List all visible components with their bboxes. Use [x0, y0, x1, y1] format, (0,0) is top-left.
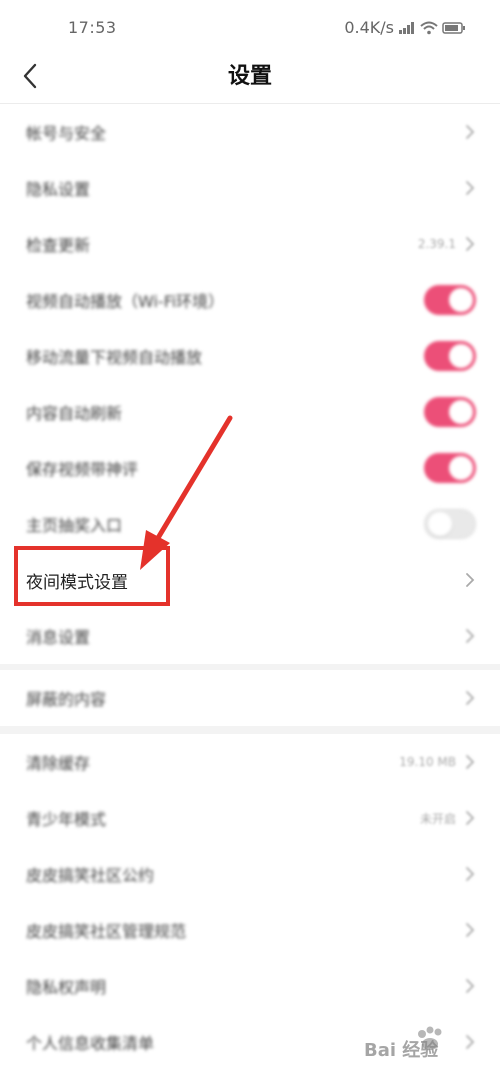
group1-row[interactable]: 帐号与安全	[0, 104, 500, 160]
group1-row[interactable]: 检查更新 2.39.1	[0, 216, 500, 272]
toggle-knob	[449, 344, 473, 368]
toggle-switch[interactable]	[424, 285, 476, 315]
page-title: 设置	[227, 64, 272, 89]
setting-label: 主页抽奖入口	[26, 516, 123, 535]
chevron-right-icon	[466, 573, 475, 587]
status-bar: 17:53 0.4K/s	[0, 0, 500, 48]
wifi-icon	[420, 21, 438, 34]
group1-row[interactable]: 内容自动刷新	[0, 384, 500, 440]
setting-label: 青少年模式	[26, 810, 107, 829]
watermark-text: Bai 经验	[364, 1039, 439, 1061]
setting-label: 保存视频带神评	[26, 460, 139, 479]
toggle-knob	[449, 288, 473, 312]
setting-label: 帐号与安全	[26, 124, 107, 143]
chevron-right-icon	[466, 923, 475, 937]
group1-row[interactable]: 视频自动播放（Wi-Fi环境）	[0, 272, 500, 328]
chevron-right-icon	[466, 181, 475, 195]
setting-label: 视频自动播放（Wi-Fi环境）	[26, 292, 225, 311]
group1-row[interactable]: 主页抽奖入口	[0, 496, 500, 552]
nav-header: 设置	[0, 48, 500, 104]
settings-screen: 17:53 0.4K/s 设置 帐号与安全 隐私设置 检查更新 2.39.1 视…	[0, 0, 500, 1084]
setting-label: 隐私权声明	[26, 978, 107, 997]
chevron-right-icon	[466, 867, 475, 881]
toggle-switch[interactable]	[424, 397, 476, 427]
toggle-knob	[449, 456, 473, 480]
toggle-switch[interactable]	[424, 509, 476, 539]
group3-row[interactable]: 皮皮搞笑社区公约	[0, 846, 500, 902]
setting-value: 2.39.1	[417, 237, 456, 251]
toggle-knob	[428, 512, 452, 536]
toggle-switch[interactable]	[424, 341, 476, 371]
group3-row[interactable]: 清除缓存 19.10 MB	[0, 734, 500, 790]
toggle-switch[interactable]	[424, 453, 476, 483]
group3-row[interactable]: 皮皮搞笑社区管理规范	[0, 902, 500, 958]
group1-row[interactable]: 隐私设置	[0, 160, 500, 216]
annotation-highlight-box	[14, 546, 170, 606]
group2-row[interactable]: 屏蔽的内容	[0, 670, 500, 726]
network-speed: 0.4K/s	[344, 18, 394, 37]
toggle-knob	[449, 400, 473, 424]
status-indicators: 0.4K/s	[344, 18, 466, 37]
group3-row[interactable]: 隐私权声明	[0, 958, 500, 1014]
setting-label: 皮皮搞笑社区公约	[26, 866, 155, 885]
battery-icon	[442, 21, 465, 34]
setting-label: 移动流量下视频自动播放	[26, 348, 203, 367]
group3-row[interactable]: 青少年模式 未开启	[0, 790, 500, 846]
chevron-right-icon	[466, 755, 475, 769]
chevron-right-icon	[466, 691, 475, 705]
setting-label: 皮皮搞笑社区管理规范	[26, 922, 187, 941]
setting-label: 检查更新	[26, 236, 91, 255]
chevron-right-icon	[466, 125, 475, 139]
settings-group-blocked: 屏蔽的内容	[0, 670, 500, 726]
chevron-right-icon	[466, 979, 475, 993]
section-divider	[0, 726, 500, 734]
group1-row[interactable]: 保存视频带神评	[0, 440, 500, 496]
signal-bars-icon	[399, 21, 414, 34]
chevron-right-icon	[466, 811, 475, 825]
setting-label: 清除缓存	[26, 754, 91, 773]
setting-label: 内容自动刷新	[26, 404, 123, 423]
chevron-right-icon	[466, 237, 475, 251]
setting-label: 消息设置	[26, 628, 91, 647]
setting-label: 个人信息收集清单	[26, 1034, 155, 1053]
group1-row[interactable]: 消息设置	[0, 608, 500, 664]
settings-group-about: 清除缓存 19.10 MB 青少年模式 未开启皮皮搞笑社区公约皮皮搞笑社区管理规范 隐私…	[0, 734, 500, 1070]
paw-logo-icon: Bai 经验	[364, 1026, 442, 1061]
setting-value: 未开启	[419, 811, 456, 826]
status-time: 17:53	[68, 18, 117, 37]
setting-label: 隐私设置	[26, 180, 91, 199]
setting-label: 屏蔽的内容	[26, 690, 107, 709]
group1-row[interactable]: 移动流量下视频自动播放	[0, 328, 500, 384]
chevron-right-icon	[466, 629, 475, 643]
setting-value: 19.10 MB	[399, 755, 456, 769]
